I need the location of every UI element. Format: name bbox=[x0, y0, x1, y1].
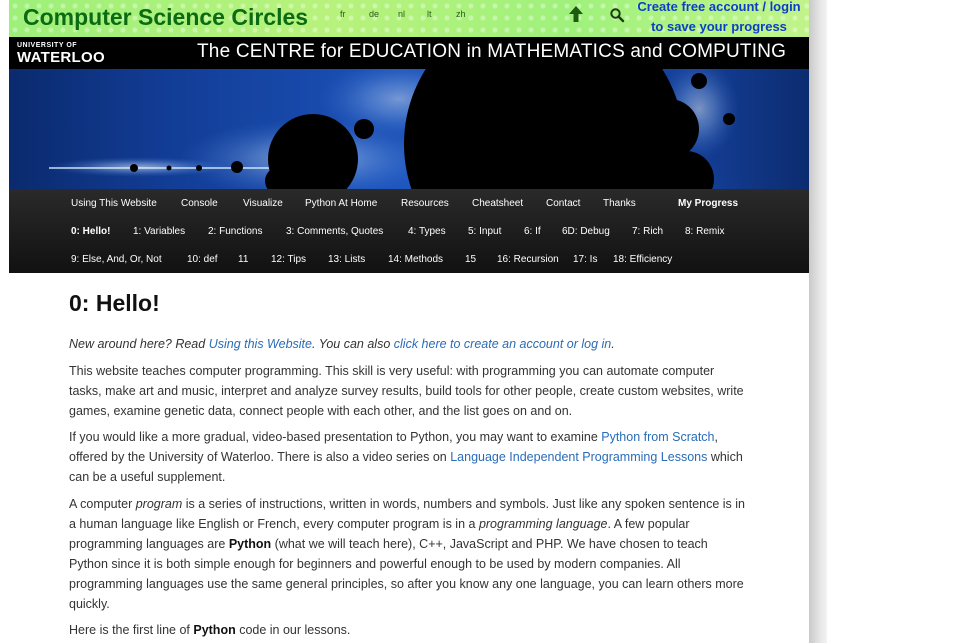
nav-thanks[interactable]: Thanks bbox=[603, 198, 678, 209]
search-icon[interactable] bbox=[609, 7, 625, 23]
paragraph-4: Here is the first line of Python code in… bbox=[69, 620, 749, 640]
lang-lt[interactable]: lt bbox=[427, 9, 456, 19]
nav-lesson-13[interactable]: 13: Lists bbox=[328, 254, 388, 265]
using-this-website-link[interactable]: Using this Website bbox=[209, 337, 312, 351]
account-link-line1: Create free account / login bbox=[637, 0, 801, 14]
paragraph-1: This website teaches computer programmin… bbox=[69, 364, 744, 418]
lang-nl[interactable]: nl bbox=[398, 9, 427, 19]
p4-strong-python: Python bbox=[193, 623, 236, 637]
nav-lesson-7[interactable]: 7: Rich bbox=[632, 226, 685, 237]
intro-prefix: New around here? Read bbox=[69, 337, 209, 351]
nav-visualize[interactable]: Visualize bbox=[243, 198, 305, 209]
p2-text-a: If you would like a more gradual, video-… bbox=[69, 430, 602, 444]
nav-lesson-0[interactable]: 0: Hello! bbox=[71, 226, 133, 237]
account-link-line2: to save your progress bbox=[651, 19, 787, 34]
p3-em-programming-language: programming language bbox=[478, 517, 608, 531]
page-title: 0: Hello! bbox=[69, 290, 160, 316]
language-independent-lessons-link[interactable]: Language Independent Programming Lessons bbox=[450, 450, 707, 464]
nav-lesson-16[interactable]: 16: Recursion bbox=[497, 254, 573, 265]
nav-lesson-8[interactable]: 8: Remix bbox=[685, 226, 724, 237]
nav-lesson-4[interactable]: 4: Types bbox=[408, 226, 468, 237]
intro-middle: . You can also bbox=[311, 337, 394, 351]
nav-lesson-1[interactable]: 1: Variables bbox=[133, 226, 208, 237]
waterloo-logo-big: WATERLOO bbox=[17, 49, 105, 66]
nav-lesson-5[interactable]: 5: Input bbox=[468, 226, 524, 237]
nav-lesson-14[interactable]: 14: Methods bbox=[388, 254, 465, 265]
nav-resources[interactable]: Resources bbox=[401, 198, 472, 209]
python-from-scratch-link[interactable]: Python from Scratch bbox=[601, 430, 714, 444]
nav-lesson-2[interactable]: 2: Functions bbox=[208, 226, 286, 237]
nav-cheatsheet[interactable]: Cheatsheet bbox=[472, 198, 546, 209]
nav-row-1: Using This Website Console Visualize Pyt… bbox=[71, 189, 738, 217]
nav-lesson-6d[interactable]: 6D: Debug bbox=[562, 226, 632, 237]
lang-fr[interactable]: fr bbox=[340, 9, 369, 19]
create-account-inline-link[interactable]: click here to create an account or log i… bbox=[394, 337, 611, 351]
language-selector: fr de nl lt zh bbox=[340, 9, 485, 19]
p4-text-b: code in our lessons. bbox=[235, 623, 351, 637]
nav-row-2: 0: Hello! 1: Variables 2: Functions 3: C… bbox=[71, 217, 724, 245]
nav-lesson-9[interactable]: 9: Else, And, Or, Not bbox=[71, 254, 187, 265]
page-frame: Computer Science Circles fr de nl lt zh … bbox=[9, 0, 809, 643]
nav-console[interactable]: Console bbox=[181, 198, 243, 209]
nav-lesson-17[interactable]: 17: Is bbox=[573, 254, 613, 265]
lang-de[interactable]: de bbox=[369, 9, 398, 19]
top-bar: Computer Science Circles fr de nl lt zh … bbox=[9, 0, 809, 37]
nav-lesson-6[interactable]: 6: If bbox=[524, 226, 562, 237]
up-arrow-icon[interactable] bbox=[567, 5, 585, 23]
paragraph-3: A computer program is a series of instru… bbox=[69, 494, 749, 614]
site-title[interactable]: Computer Science Circles bbox=[23, 3, 308, 31]
waterloo-logo[interactable]: UNIVERSITY OF WATERLOO bbox=[17, 42, 105, 66]
p3-text-a: A computer bbox=[69, 497, 136, 511]
cemc-title[interactable]: The CENTRE for EDUCATION in MATHEMATICS … bbox=[197, 41, 786, 63]
nav-my-progress[interactable]: My Progress bbox=[678, 198, 738, 209]
nav-using-this-website[interactable]: Using This Website bbox=[71, 198, 181, 209]
nav-contact[interactable]: Contact bbox=[546, 198, 603, 209]
mandelbrot-banner-image bbox=[9, 69, 809, 189]
nav-row-3: 9: Else, And, Or, Not 10: def 11 12: Tip… bbox=[71, 245, 672, 273]
nav-lesson-18[interactable]: 18: Efficiency bbox=[613, 254, 672, 265]
create-account-link[interactable]: Create free account / login to save your… bbox=[633, 0, 805, 37]
p3-em-program: program bbox=[135, 497, 183, 511]
nav-lesson-11[interactable]: 11 bbox=[238, 254, 271, 265]
nav-lesson-3[interactable]: 3: Comments, Quotes bbox=[286, 226, 408, 237]
banner-header: UNIVERSITY OF WATERLOO The CENTRE for ED… bbox=[9, 37, 809, 69]
nav-lesson-10[interactable]: 10: def bbox=[187, 254, 238, 265]
p3-strong-python: Python bbox=[228, 537, 272, 551]
p4-text-a: Here is the first line of bbox=[69, 623, 194, 637]
intro-suffix: . bbox=[611, 337, 615, 351]
main-content: 0: Hello! New around here? Read Using th… bbox=[69, 273, 749, 637]
nav-lesson-15[interactable]: 15 bbox=[465, 254, 497, 265]
page-shadow bbox=[809, 0, 827, 643]
lang-zh[interactable]: zh bbox=[456, 9, 485, 19]
banner: UNIVERSITY OF WATERLOO The CENTRE for ED… bbox=[9, 37, 809, 189]
main-navigation: Using This Website Console Visualize Pyt… bbox=[9, 189, 809, 273]
intro-paragraph: New around here? Read Using this Website… bbox=[69, 334, 615, 354]
nav-lesson-12[interactable]: 12: Tips bbox=[271, 254, 328, 265]
paragraph-2: If you would like a more gradual, video-… bbox=[69, 427, 749, 487]
nav-python-at-home[interactable]: Python At Home bbox=[305, 198, 401, 209]
